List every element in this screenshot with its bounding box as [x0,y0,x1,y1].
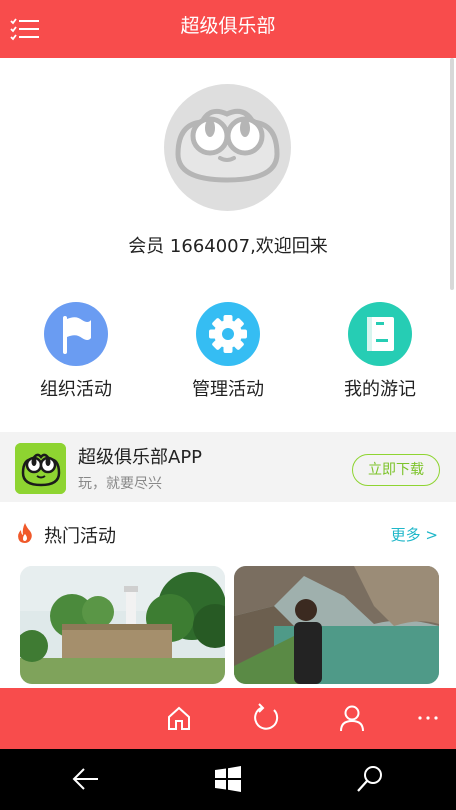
activity-card[interactable] [234,566,439,684]
action-label: 管理活动 [192,379,264,400]
app-slogan: 玩，就要尽兴 [78,476,162,492]
my-travelogue-button[interactable]: 我的游记 [315,302,445,401]
frog-logo-icon [15,443,66,494]
manage-activity-button[interactable]: 管理活动 [163,302,293,401]
more-icon[interactable] [410,700,446,736]
system-navigation-bar [0,749,456,810]
notebook-icon [348,302,412,366]
hot-activities-title: 热门活动 [44,526,116,547]
activity-card[interactable] [20,566,225,684]
app-header: 超级俱乐部 [0,0,456,58]
avatar[interactable] [164,84,291,211]
download-button[interactable]: 立即下载 [352,454,440,486]
frog-avatar-icon [175,108,280,183]
hot-activities-header: 热门活动 更多 > [0,510,456,558]
home-icon[interactable] [161,700,197,736]
activity-photo-castle [20,566,225,684]
page-title: 超级俱乐部 [180,15,276,37]
gear-icon [196,302,260,366]
welcome-text: 会员 1664007,欢迎回来 [128,236,328,257]
back-icon[interactable] [70,763,102,795]
bottom-tab-bar [0,688,456,749]
more-link[interactable]: 更多 > [391,524,438,545]
app-promo-banner: 超级俱乐部APP 玩，就要尽兴 立即下载 [0,432,456,502]
action-label: 组织活动 [40,379,112,400]
action-label: 我的游记 [344,379,416,400]
refresh-icon[interactable] [248,700,284,736]
fire-icon [18,523,32,543]
person-icon[interactable] [334,700,370,736]
app-name: 超级俱乐部APP [78,447,203,468]
organize-activity-button[interactable]: 组织活动 [11,302,141,401]
activity-photo-lake [234,566,439,684]
search-icon[interactable] [354,763,386,795]
windows-icon[interactable] [212,763,244,795]
app-logo [15,443,66,494]
flag-icon [44,302,108,366]
